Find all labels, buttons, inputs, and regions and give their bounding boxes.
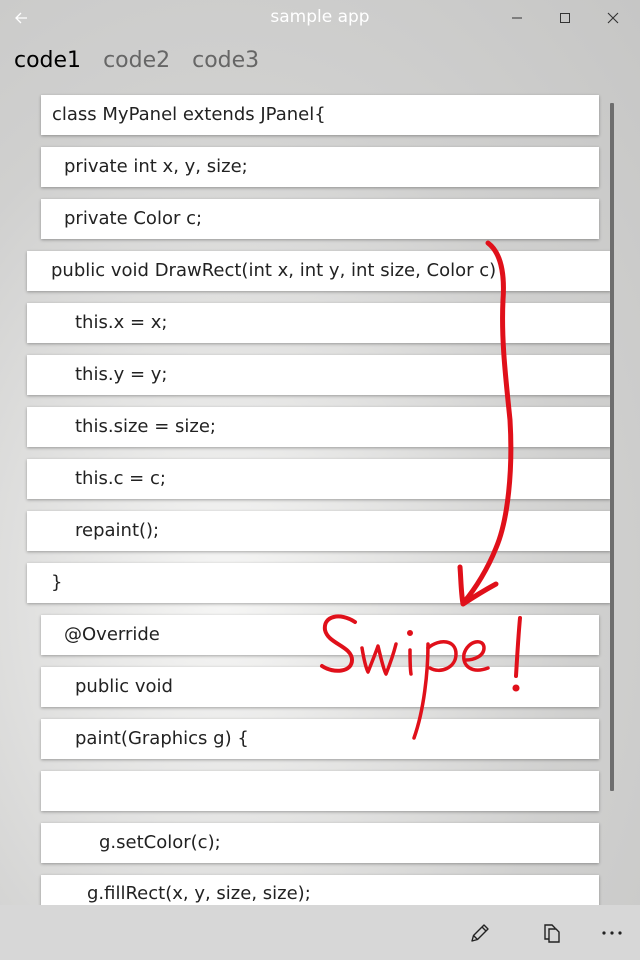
tab-code2[interactable]: code2 — [103, 45, 170, 79]
code-line-text: private int x, y, size; — [64, 156, 248, 177]
code-line[interactable]: private int x, y, size; — [41, 147, 599, 187]
code-line[interactable]: this.c = c; — [27, 459, 611, 499]
edit-button[interactable] — [462, 915, 498, 951]
close-icon — [607, 12, 619, 24]
code-line-text: paint(Graphics g) { — [75, 728, 249, 749]
maximize-icon — [560, 13, 570, 23]
code-line[interactable]: this.size = size; — [27, 407, 611, 447]
code-line[interactable]: class MyPanel extends JPanel{ — [41, 95, 599, 135]
code-line[interactable]: } — [27, 563, 611, 603]
code-line-text: repaint(); — [75, 520, 160, 541]
pencil-icon — [471, 924, 489, 942]
bottom-app-bar — [0, 905, 640, 960]
code-line[interactable]: g.fillRect(x, y, size, size); — [41, 875, 599, 905]
close-button[interactable] — [590, 0, 636, 36]
code-line-text: public void DrawRect(int x, int y, int s… — [51, 260, 497, 281]
tab-code1[interactable]: code1 — [14, 45, 81, 79]
code-line-text: this.size = size; — [75, 416, 216, 437]
code-line[interactable]: this.y = y; — [27, 355, 611, 395]
code-line-text: g.setColor(c); — [99, 832, 221, 853]
copy-button[interactable] — [533, 915, 569, 951]
copy-icon — [544, 924, 560, 943]
code-line[interactable]: repaint(); — [27, 511, 611, 551]
code-line[interactable]: public void DrawRect(int x, int y, int s… — [27, 251, 611, 291]
code-line[interactable]: this.x = x; — [27, 303, 611, 343]
code-line[interactable]: paint(Graphics g) { — [41, 719, 599, 759]
tab-code3[interactable]: code3 — [192, 45, 259, 79]
maximize-button[interactable] — [542, 0, 588, 36]
scrollbar[interactable] — [610, 103, 614, 791]
code-line[interactable]: @Override — [41, 615, 599, 655]
minimize-button[interactable] — [494, 0, 540, 36]
code-line-text: private Color c; — [64, 208, 203, 229]
code-line-text: this.y = y; — [75, 364, 168, 385]
code-line[interactable]: g.setColor(c); — [41, 823, 599, 863]
code-line-text: public void — [75, 676, 173, 697]
code-line-text: this.x = x; — [75, 312, 168, 333]
minimize-icon — [512, 17, 522, 19]
code-line-text: @Override — [64, 624, 160, 645]
code-line-text: g.fillRect(x, y, size, size); — [87, 883, 311, 904]
code-line-text: class MyPanel extends JPanel{ — [52, 104, 326, 125]
title-bar: sample app — [0, 0, 640, 36]
code-line-text: } — [51, 572, 63, 593]
code-line-text: this.c = c; — [75, 468, 166, 489]
more-button[interactable] — [594, 915, 630, 951]
more-icon — [602, 931, 622, 935]
code-line-list[interactable]: class MyPanel extends JPanel{ private in… — [0, 92, 640, 905]
code-line[interactable]: private Color c; — [41, 199, 599, 239]
code-line[interactable] — [41, 771, 599, 811]
tab-strip: code1 code2 code3 — [14, 45, 259, 79]
code-line[interactable]: public void — [41, 667, 599, 707]
